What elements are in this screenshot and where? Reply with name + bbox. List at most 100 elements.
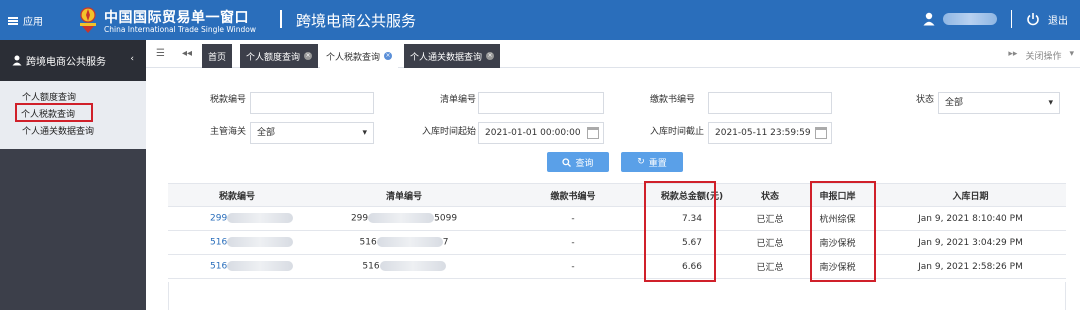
tax-no-link[interactable]: 299 xyxy=(168,213,306,224)
list-no-input[interactable] xyxy=(478,92,604,114)
tab-label: 个人税款查询 xyxy=(326,52,381,63)
calendar-icon[interactable] xyxy=(587,127,599,139)
search-filters: 税款编号 清单编号 缴款书编号 状态 全部 主管海关 全部 入库时间起始 202… xyxy=(146,68,1080,178)
query-button-label: 查询 xyxy=(575,158,594,169)
tab-home-label: 首页 xyxy=(208,52,227,63)
brand-title-en: China International Trade Single Window xyxy=(104,25,256,34)
sidebar-header[interactable]: 跨境电商公共服务 ‹ xyxy=(0,40,146,81)
close-icon[interactable]: × xyxy=(486,52,495,60)
table-empty-area xyxy=(168,282,1066,310)
redacted-mask xyxy=(227,237,294,248)
amount-cell: 7.34 xyxy=(681,213,703,224)
status-label: 状态 xyxy=(916,95,935,105)
amount-cell: 6.66 xyxy=(681,261,703,272)
date-cell: Jan 9, 2021 2:58:26 PM xyxy=(918,261,1023,272)
scroll-right-icon[interactable]: ▸▸ xyxy=(1008,49,1017,62)
user-area: 退出 xyxy=(923,10,1068,28)
tab-tax-query[interactable]: 个人税款查询 × xyxy=(320,44,399,68)
redacted-mask xyxy=(227,261,294,272)
customs-label: 主管海关 xyxy=(210,127,247,137)
list-no-cell: 516 7 xyxy=(306,237,502,248)
customs-emblem-icon xyxy=(80,7,96,33)
chevron-left-icon[interactable]: ‹ xyxy=(130,54,134,64)
tax-no-label: 税款编号 xyxy=(210,95,247,105)
bill-no-input[interactable] xyxy=(708,92,832,114)
table-row[interactable]: 299 299 5099 - 7.34 已汇总 杭州综保 Jan 9, 2021 … xyxy=(168,207,1066,231)
calendar-icon[interactable] xyxy=(815,127,827,139)
redacted-mask xyxy=(227,213,294,224)
status-cell: 已汇总 xyxy=(756,215,784,225)
tab-clearance-query[interactable]: 个人通关数据查询 × xyxy=(404,44,501,68)
tab-home[interactable]: 首页 xyxy=(202,44,233,68)
reset-icon: ↻ xyxy=(637,157,645,167)
brand-title-cn: 中国国际贸易单一窗口 xyxy=(104,10,249,26)
username-redacted xyxy=(943,13,997,25)
tab-label: 个人通关数据查询 xyxy=(410,52,483,63)
close-icon[interactable]: × xyxy=(304,52,313,60)
power-icon[interactable] xyxy=(1026,12,1040,26)
col-date: 入库日期 xyxy=(952,191,989,202)
app-title: 跨境电商公共服务 xyxy=(296,12,417,30)
list-no-prefix: 299 xyxy=(350,213,369,224)
sidebar-item-quota-query[interactable]: 个人额度查询 xyxy=(0,87,146,104)
col-port: 申报口岸 xyxy=(819,191,856,202)
list-no-prefix: 516 xyxy=(359,237,377,248)
tax-no-link[interactable]: 516 xyxy=(168,237,306,248)
customs-select[interactable]: 全部 xyxy=(250,122,374,144)
end-time-value: 2021-05-11 23:59:59 xyxy=(715,128,811,138)
col-status: 状态 xyxy=(760,191,779,202)
status-cell: 已汇总 xyxy=(756,239,784,249)
date-cell: Jan 9, 2021 3:04:29 PM xyxy=(918,237,1023,248)
chevron-down-icon[interactable]: ▾ xyxy=(1069,49,1074,62)
top-bar: 应用 中国国际贸易单一窗口 China International Trade … xyxy=(0,0,1080,40)
tax-no-prefix: 516 xyxy=(210,237,228,248)
col-tax-no: 税款编号 xyxy=(218,191,255,202)
bill-no-cell: - xyxy=(571,213,575,224)
col-bill-no: 缴款书编号 xyxy=(550,191,596,202)
redacted-mask xyxy=(376,237,443,248)
tab-quota-query[interactable]: 个人额度查询 × xyxy=(240,44,319,68)
start-time-label: 入库时间起始 xyxy=(422,127,477,137)
port-cell: 南沙保税 xyxy=(819,263,856,273)
list-no-cell: 299 5099 xyxy=(306,213,502,224)
sidebar-title: 跨境电商公共服务 xyxy=(26,57,106,68)
table-row[interactable]: 516 516 7 - 5.67 已汇总 南沙保税 Jan 9, 2021 3:0… xyxy=(168,231,1066,255)
sidebar-item-clearance-query[interactable]: 个人通关数据查询 xyxy=(0,121,146,138)
tax-no-input[interactable] xyxy=(250,92,374,114)
close-operations-menu[interactable]: 关闭操作 xyxy=(1025,49,1061,62)
user-icon xyxy=(923,12,935,26)
start-time-value: 2021-01-01 00:00:00 xyxy=(485,128,581,138)
app-menu-button[interactable]: 应用 xyxy=(8,13,43,28)
end-time-input[interactable]: 2021-05-11 23:59:59 xyxy=(708,122,832,144)
start-time-input[interactable]: 2021-01-01 00:00:00 xyxy=(478,122,604,144)
bill-no-cell: - xyxy=(571,261,575,272)
status-select-value: 全部 xyxy=(945,98,964,108)
bill-no-label: 缴款书编号 xyxy=(650,95,696,105)
redacted-mask xyxy=(368,213,435,224)
query-button[interactable]: 查询 xyxy=(547,152,609,172)
amount-cell: 5.67 xyxy=(681,237,703,248)
tax-no-link[interactable]: 516 xyxy=(168,261,306,272)
status-select[interactable]: 全部 xyxy=(938,92,1060,114)
end-time-label: 入库时间截止 xyxy=(650,127,705,137)
logout-button[interactable]: 退出 xyxy=(1048,12,1068,27)
tax-table: 税款编号 清单编号 缴款书编号 税款总金额(元) 状态 申报口岸 入库日期 29… xyxy=(168,183,1066,279)
table-row[interactable]: 516 516 - 6.66 已汇总 南沙保税 Jan 9, 2021 2:58… xyxy=(168,255,1066,279)
sidebar-item-tax-query[interactable]: 个人税款查询 xyxy=(15,103,93,122)
date-cell: Jan 9, 2021 8:10:40 PM xyxy=(918,213,1023,224)
port-cell: 南沙保税 xyxy=(819,239,856,249)
status-cell: 已汇总 xyxy=(756,263,784,273)
reset-button[interactable]: ↻ 重置 xyxy=(621,152,683,172)
bill-no-cell: - xyxy=(571,237,575,248)
list-no-tail: 7 xyxy=(442,237,449,248)
header-divider xyxy=(1011,10,1012,28)
tax-no-prefix: 516 xyxy=(210,261,228,272)
col-list-no: 清单编号 xyxy=(385,191,422,202)
hamburger-icon xyxy=(8,16,18,25)
port-cell: 杭州综保 xyxy=(819,215,856,225)
close-icon[interactable]: × xyxy=(384,52,393,60)
sidebar-menu: 个人额度查询 个人税款查询 个人通关数据查询 xyxy=(0,81,146,149)
redacted-mask xyxy=(379,261,446,272)
scroll-left-icon[interactable]: ◂◂ xyxy=(182,48,192,59)
menu-toggle-icon[interactable]: ☰ xyxy=(156,48,165,59)
